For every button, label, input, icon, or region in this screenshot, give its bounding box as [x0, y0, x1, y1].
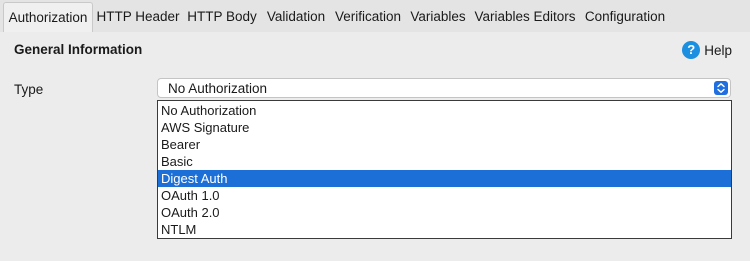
tab-http-header[interactable]: HTTP Header — [96, 2, 180, 32]
option-digest-auth[interactable]: Digest Auth — [158, 170, 731, 187]
tab-variables[interactable]: Variables — [409, 2, 467, 32]
option-bearer[interactable]: Bearer — [158, 136, 731, 153]
tab-bar: Authorization HTTP Header HTTP Body Vali… — [0, 0, 750, 33]
tab-verification[interactable]: Verification — [333, 2, 403, 32]
type-select-value: No Authorization — [168, 81, 268, 96]
option-ntlm[interactable]: NTLM — [158, 221, 731, 238]
tab-variables-editors[interactable]: Variables Editors — [473, 2, 577, 32]
authorization-panel: General Information ? Help Type No Autho… — [0, 32, 750, 261]
help-button[interactable]: ? Help — [682, 40, 732, 60]
option-oauth-1[interactable]: OAuth 1.0 — [158, 187, 731, 204]
option-basic[interactable]: Basic — [158, 153, 731, 170]
type-label: Type — [14, 82, 44, 97]
tab-configuration[interactable]: Configuration — [583, 2, 667, 32]
type-options-list: No Authorization AWS Signature Bearer Ba… — [157, 100, 732, 239]
help-label: Help — [704, 42, 732, 58]
tab-validation[interactable]: Validation — [264, 2, 328, 32]
tab-authorization[interactable]: Authorization — [3, 2, 93, 33]
question-circle-icon: ? — [682, 41, 701, 59]
section-title: General Information — [14, 42, 143, 57]
option-aws-signature[interactable]: AWS Signature — [158, 119, 731, 136]
option-no-authorization[interactable]: No Authorization — [158, 102, 731, 119]
type-select[interactable]: No Authorization — [157, 78, 731, 98]
option-oauth-2[interactable]: OAuth 2.0 — [158, 204, 731, 221]
updown-chevron-icon — [714, 81, 728, 95]
tab-http-body[interactable]: HTTP Body — [186, 2, 258, 32]
